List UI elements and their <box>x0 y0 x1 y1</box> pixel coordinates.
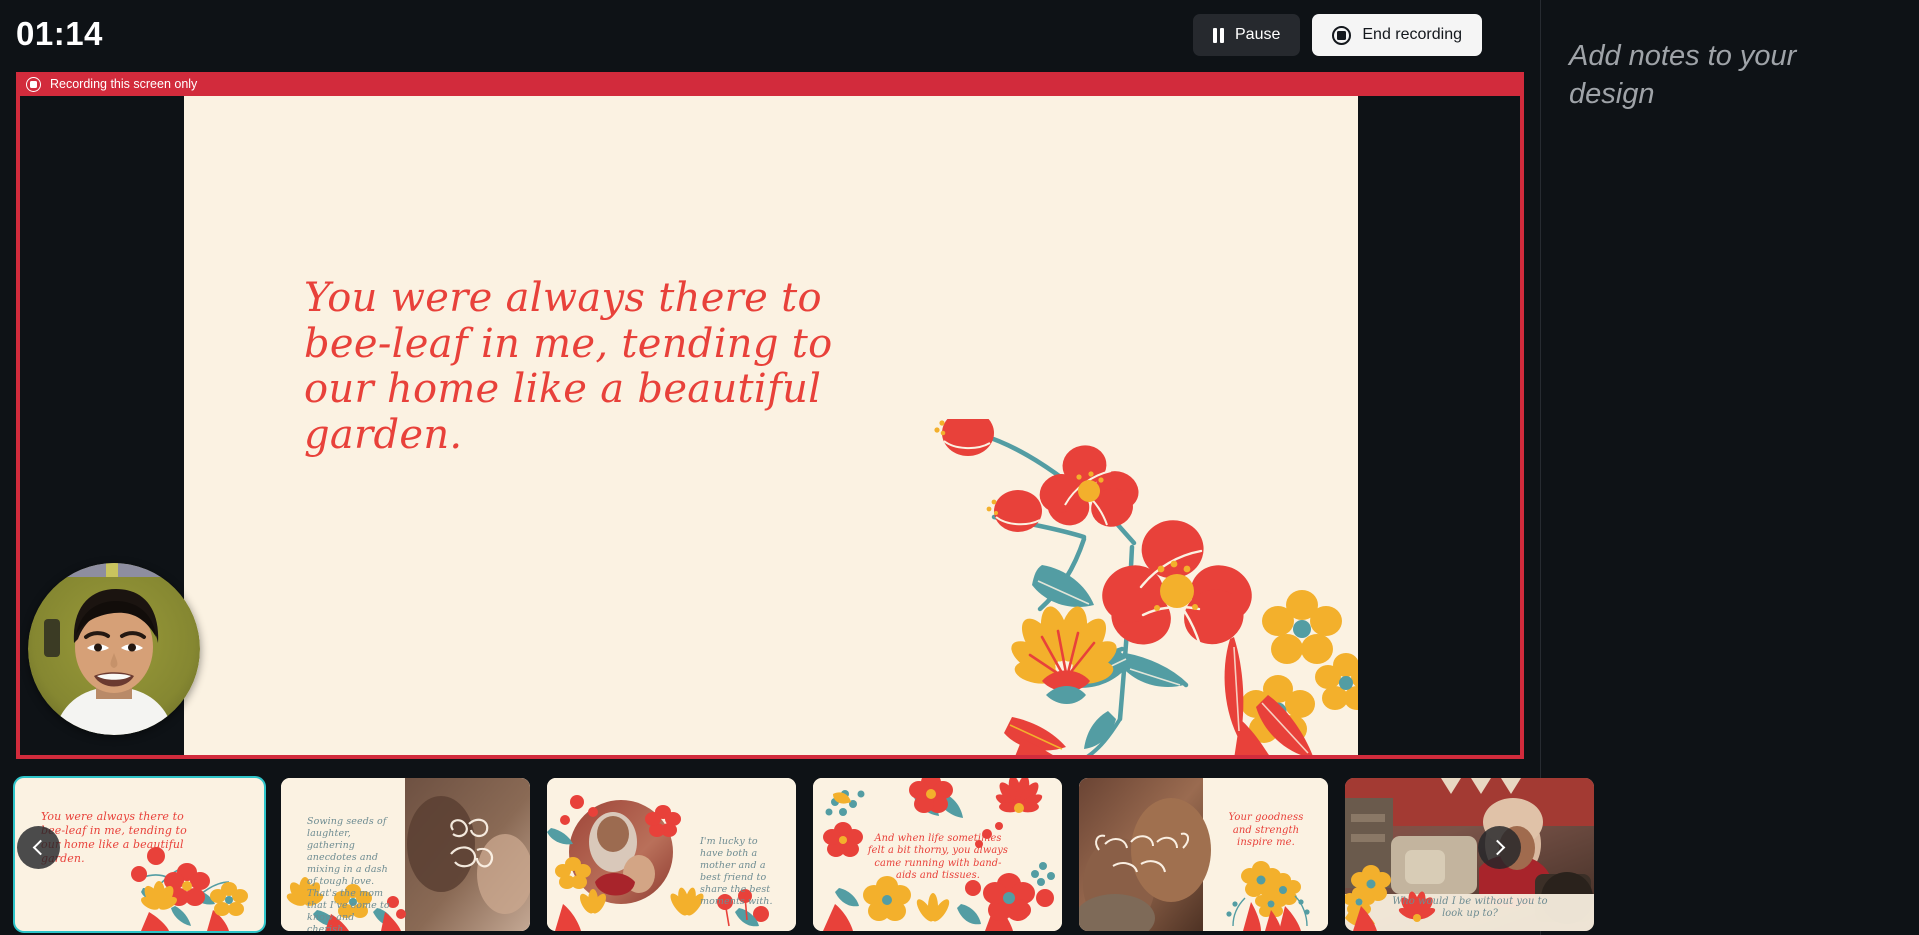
pause-icon <box>1212 27 1224 43</box>
thumbnail-slide-6[interactable]: Who would I be without you to look up to… <box>1345 778 1594 931</box>
thumbnail-slide-5[interactable]: Your goodness and strength inspire me. <box>1079 778 1328 931</box>
recording-controls: Pause End recording <box>1192 14 1482 56</box>
end-recording-label: End recording <box>1362 26 1462 43</box>
chevron-left-icon <box>32 839 49 856</box>
chevron-right-icon <box>1489 839 1506 856</box>
pause-button-label: Pause <box>1235 26 1281 43</box>
thumbnail-slide-4[interactable]: And when life sometimes felt a bit thorn… <box>813 778 1062 931</box>
screen-recorder-app: 01:14 Pause End recording Recording this… <box>0 0 1919 935</box>
thumbnail-slide-2[interactable]: Sowing seeds of laughter, gathering anec… <box>281 778 530 931</box>
slide-canvas[interactable]: You were always there to bee-leaf in me,… <box>184 96 1358 755</box>
thumbnail-prev-button[interactable] <box>17 826 60 869</box>
thumbnail-slide-6-text: Who would I be without you to look up to… <box>1392 896 1548 920</box>
thumbnail-next-button[interactable] <box>1478 826 1521 869</box>
recording-toolbar: 01:14 Pause End recording <box>0 0 1540 70</box>
end-recording-button[interactable]: End recording <box>1312 14 1482 56</box>
thumbnail-slide-4-text: And when life sometimes felt a bit thorn… <box>867 833 1009 882</box>
stop-record-icon <box>1332 25 1352 45</box>
notes-panel[interactable]: Add notes to your design <box>1541 0 1919 935</box>
notes-placeholder: Add notes to your design <box>1569 40 1797 110</box>
thumbnail-slide-5-text: Your goodness and strength inspire me. <box>1228 812 1304 849</box>
recording-banner-label: Recording this screen only <box>50 76 198 91</box>
record-indicator-icon <box>26 76 41 92</box>
thumbnail-slide-1-text: You were always there to bee-leaf in me,… <box>41 810 187 865</box>
pause-button[interactable]: Pause <box>1192 14 1301 56</box>
thumbnail-slide-3-text: I'm lucky to have both a mother and a be… <box>700 836 773 907</box>
slide-stage: You were always there to bee-leaf in me,… <box>20 96 1520 755</box>
thumbnail-slide-3[interactable]: I'm lucky to have both a mother and a be… <box>547 778 796 931</box>
thumbnail-slide-2-text: Sowing seeds of laughter, gathering anec… <box>307 816 390 931</box>
recording-timer: 01:14 <box>16 15 103 52</box>
slide-quote-text: You were always there to bee-leaf in me,… <box>304 275 833 458</box>
webcam-bubble[interactable] <box>28 563 200 735</box>
slide-thumbnail-strip: You were always there to bee-leaf in me,… <box>0 775 1594 935</box>
recording-banner: Recording this screen only <box>16 72 1524 96</box>
floral-illustration <box>934 419 1358 755</box>
thumbnail-list: You were always there to bee-leaf in me,… <box>13 776 1594 933</box>
